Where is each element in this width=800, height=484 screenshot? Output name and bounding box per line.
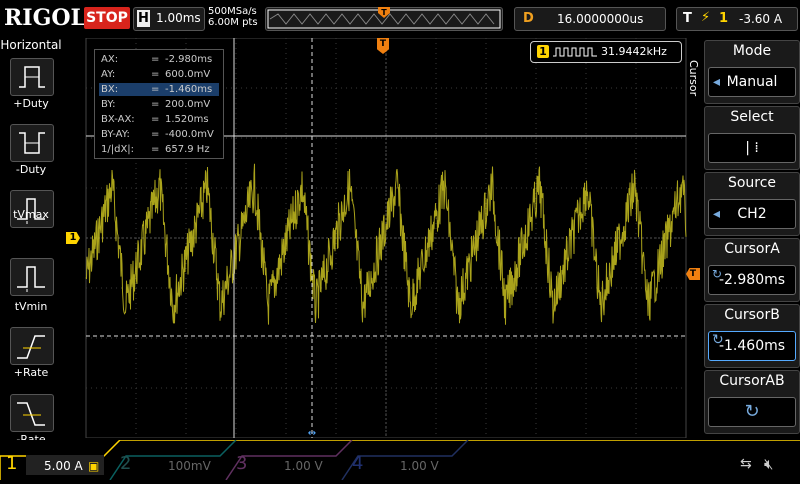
square-wave-icon (553, 47, 597, 57)
cursor-a-title: CursorA (724, 241, 780, 257)
rising-edge-icon: ⚡ (701, 10, 711, 25)
menu-left-arrow-icon: ◂ (713, 206, 721, 222)
trigger-display[interactable]: T ⚡ 1 -3.60 A (676, 7, 798, 31)
trigger-position-marker: T (378, 7, 390, 18)
measure-row-selected: BX: = -1.460ms (99, 83, 219, 96)
source-title: Source (727, 175, 777, 191)
ch1-status[interactable]: 1 5.00 A ▣ (4, 453, 104, 477)
ch4-status[interactable]: 4 1.00 V (352, 453, 452, 477)
cursor-b-title: CursorB (724, 307, 780, 323)
minus-duty-button[interactable] (10, 124, 54, 162)
cursor-b-handle-icon: ↔ (308, 428, 316, 438)
mode-value[interactable]: ◂ Manual (708, 67, 796, 97)
brand-logo: RIGOL (4, 5, 86, 31)
tvmin-button[interactable] (10, 258, 54, 296)
horizontal-timebase[interactable]: H 1.00ms (133, 7, 205, 31)
trigger-channel: 1 (719, 11, 729, 26)
cursor-menu-label: Cursor (687, 60, 700, 97)
delay-value: 16.0000000us (557, 12, 644, 26)
minus-rate-icon (17, 402, 45, 426)
usb-icon: ⇆ (740, 456, 752, 472)
minus-duty-icon (19, 132, 45, 154)
measure-row: BY: = 200.0mV (101, 99, 211, 110)
trigger-level: -3.60 A (739, 12, 783, 26)
plus-rate-button[interactable] (10, 327, 54, 365)
ch2-status[interactable]: 2 100mV (120, 453, 220, 477)
ch1-number: 1 (6, 453, 18, 474)
delay-display[interactable]: D 16.0000000us (514, 7, 666, 31)
rotate-knob-icon: ↻ (712, 332, 724, 348)
sample-rate: 500MSa/s (208, 6, 257, 17)
ch1-scale: 5.00 A (44, 459, 83, 473)
sound-muted-icon[interactable]: 🔇︎ (764, 455, 773, 473)
rotate-knob-icon: ↻ (744, 401, 760, 422)
ch3-status[interactable]: 3 1.00 V (236, 453, 336, 477)
measure-row: BY-AY: = -400.0mV (101, 129, 214, 140)
plus-duty-icon (19, 66, 45, 88)
horizontal-key: H (137, 10, 150, 27)
trigger-key: T (683, 11, 692, 26)
battery-icon: ▣ (88, 459, 100, 473)
minus-rate-button[interactable] (10, 394, 54, 432)
ch3-scale: 1.00 V (284, 459, 323, 473)
plus-duty-label: +Duty (13, 97, 49, 110)
frequency-counter[interactable]: 1 31.9442kHz (530, 41, 682, 63)
sample-info: 500MSa/s 6.00M pts (208, 6, 258, 28)
tvmax-label: tVmax (13, 208, 49, 221)
tvmin-label: tVmin (14, 300, 48, 313)
plus-rate-label: +Rate (13, 366, 49, 379)
cursor-ab-menu[interactable]: CursorAB ↻ (704, 370, 800, 434)
mode-menu[interactable]: Mode ◂ Manual (704, 40, 800, 104)
select-value[interactable]: | ⁞ (708, 133, 796, 163)
measure-row: BX-AX: = 1.520ms (101, 114, 209, 125)
run-stop-button[interactable]: STOP (84, 7, 130, 29)
plus-duty-button[interactable] (10, 58, 54, 96)
rotate-knob-icon: ↻ (712, 267, 723, 281)
measure-row: AY: = 600.0mV (101, 69, 211, 80)
cursor-ab-value[interactable]: ↻ (708, 397, 796, 427)
measure-row: AX: = -2.980ms (101, 54, 213, 65)
cursor-b-menu[interactable]: CursorB ↻ -1.460ms (704, 304, 800, 368)
minus-duty-label: -Duty (15, 163, 47, 176)
frequency-value: 31.9442kHz (601, 45, 667, 58)
tvmin-icon (17, 266, 45, 292)
cursor-a-value[interactable]: ↻ -2.980ms (708, 265, 796, 295)
trigger-position-label: T (381, 8, 387, 17)
plus-rate-icon (17, 335, 45, 359)
select-menu[interactable]: Select | ⁞ (704, 106, 800, 170)
cursor-a-menu[interactable]: CursorA ↻ -2.980ms (704, 238, 800, 302)
source-value[interactable]: ◂ CH2 (708, 199, 796, 229)
memory-overview[interactable]: T (265, 7, 503, 31)
ch4-scale: 1.00 V (400, 459, 439, 473)
ch3-number: 3 (236, 453, 248, 474)
freq-channel-badge: 1 (537, 45, 549, 58)
cursor-measurement-panel: AX: = -2.980ms AY: = 600.0mV BX: = -1.460ms BY… (94, 49, 224, 159)
measure-row: 1/|dX|: = 657.9 Hz (101, 144, 210, 155)
cursor-ab-title: CursorAB (719, 373, 785, 389)
ch2-scale: 100mV (168, 459, 211, 473)
memory-depth: 6.00M pts (208, 17, 258, 28)
source-menu[interactable]: Source ◂ CH2 (704, 172, 800, 236)
mode-title: Mode (732, 43, 772, 59)
cursor-b-value[interactable]: ↻ -1.460ms (708, 331, 796, 361)
delay-key: D (523, 11, 534, 26)
select-title: Select (730, 109, 774, 125)
left-menu-title: Horizontal (0, 38, 62, 52)
ch2-number: 2 (120, 453, 132, 474)
ch4-number: 4 (352, 453, 364, 474)
top-status-bar: RIGOL STOP H 1.00ms 500MSa/s 6.00M pts T… (0, 0, 800, 36)
menu-left-arrow-icon: ◂ (713, 74, 721, 90)
timebase-value: 1.00ms (156, 11, 201, 25)
